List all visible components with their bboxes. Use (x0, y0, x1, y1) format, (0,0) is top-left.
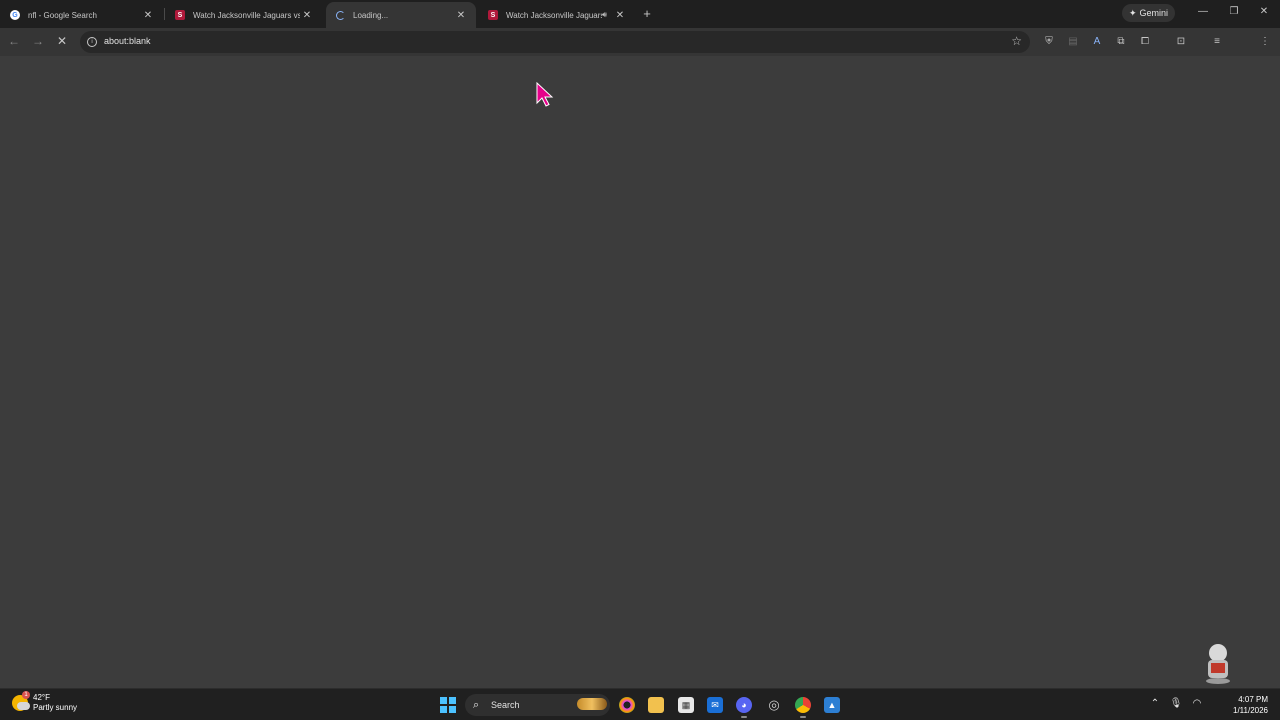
search-tabs-icon[interactable]: ⊡ (1174, 35, 1188, 49)
shield-extension-icon[interactable]: ⛨ (1042, 35, 1056, 49)
back-button[interactable]: ← (6, 34, 22, 48)
bookmark-star-icon[interactable]: ☆ (1011, 34, 1022, 48)
tab-jaguars-stream-2[interactable]: S Watch Jacksonville Jaguars 🔊︎ ✕ (478, 2, 635, 28)
tab-google-search[interactable]: G nfl - Google Search ✕ (0, 2, 163, 28)
minimize-button[interactable]: — (1195, 6, 1211, 17)
tab-title: Watch Jacksonville Jaguars vs B (193, 10, 300, 20)
close-tab-icon[interactable]: ✕ (613, 10, 627, 21)
discord-icon[interactable]: ◕ (736, 697, 752, 718)
mail-icon[interactable]: ✉ (707, 697, 723, 713)
translate-extension-icon[interactable]: A (1090, 35, 1104, 49)
sparkle-icon: ✦ (1129, 7, 1137, 18)
gemini-label: Gemini (1139, 8, 1169, 18)
tab-title: Loading... (353, 10, 389, 20)
speaker-icon[interactable]: 🔊︎ (602, 10, 607, 20)
taskbar: 42°F Partly sunny 1 ⌕ Search ▦ ✉ ◕ ◎ ▲ ⌃… (0, 688, 1280, 720)
taskbar-clock[interactable]: 4:07 PM 1/11/2026 (1226, 694, 1268, 716)
reading-list-icon[interactable]: ≡ (1210, 35, 1224, 49)
menu-kebab-icon[interactable]: ⋮ (1258, 35, 1272, 49)
close-tab-icon[interactable]: ✕ (141, 10, 155, 21)
microsoft-store-icon[interactable]: ▦ (678, 697, 694, 713)
close-tab-icon[interactable]: ✕ (454, 10, 468, 21)
new-tab-button[interactable]: + (640, 6, 654, 21)
mouse-cursor-icon (536, 82, 554, 107)
tab-title: nfl - Google Search (28, 10, 97, 20)
clock-time: 4:07 PM (1238, 695, 1268, 704)
desktop-mascot-icon (1206, 644, 1230, 684)
chevron-up-icon[interactable]: ⌃ (1148, 698, 1162, 709)
restore-button[interactable]: ❐ (1226, 6, 1242, 17)
tab-title: Watch Jacksonville Jaguars (506, 10, 602, 20)
browser-toolbar: ← → ✕ i about:blank ☆ ⛨ ▤ A ⧉ ⧠ ⊡ ≡ J ⋮ (0, 28, 1280, 76)
forward-button[interactable]: → (30, 34, 46, 48)
weather-badge: 1 (22, 691, 30, 699)
chrome-icon[interactable] (795, 697, 811, 718)
photos-app-icon[interactable]: ▲ (824, 697, 840, 713)
disabled-extension-icon[interactable]: ▤ (1066, 35, 1080, 49)
info-icon[interactable]: i (87, 37, 97, 47)
extensions-puzzle-icon[interactable]: ⧠ (1138, 35, 1152, 49)
streameast-icon: S (488, 10, 498, 20)
search-icon: ⌕ (473, 698, 480, 711)
file-explorer-icon[interactable] (648, 697, 664, 713)
tab-loading[interactable]: Loading... ✕ (326, 2, 476, 28)
clock-date: 1/11/2026 (1233, 706, 1268, 715)
google-icon: G (10, 10, 20, 20)
search-highlight-image (577, 698, 607, 710)
address-url[interactable]: about:blank (104, 36, 151, 46)
weather-condition: Partly sunny (33, 703, 78, 712)
address-bar[interactable]: i about:blank ☆ (80, 31, 1030, 53)
stop-loading-button[interactable]: ✕ (54, 34, 70, 48)
wifi-icon[interactable]: ◠ (1190, 698, 1204, 709)
streameast-icon: S (175, 10, 185, 20)
loading-spinner-icon (336, 10, 345, 20)
tab-strip: G nfl - Google Search ✕ S Watch Jacksonv… (0, 0, 1280, 28)
close-window-button[interactable]: ✕ (1256, 6, 1272, 17)
page-content[interactable] (0, 56, 1280, 688)
extension-icon[interactable]: ⧉ (1114, 35, 1128, 49)
gemini-button[interactable]: ✦ Gemini (1122, 4, 1176, 22)
sports-app-icon[interactable]: ◎ (766, 697, 782, 713)
weather-temp: 42°F (33, 693, 50, 702)
microphone-icon[interactable]: 🎙︎ (1169, 698, 1183, 709)
close-tab-icon[interactable]: ✕ (300, 10, 314, 21)
search-label: Search (491, 700, 520, 710)
tab-jaguars-stream-1[interactable]: S Watch Jacksonville Jaguars vs B ✕ (165, 2, 322, 28)
start-button[interactable] (440, 697, 456, 713)
taskbar-search[interactable]: ⌕ Search (465, 694, 610, 716)
color-wheel-app-icon[interactable] (619, 697, 635, 713)
